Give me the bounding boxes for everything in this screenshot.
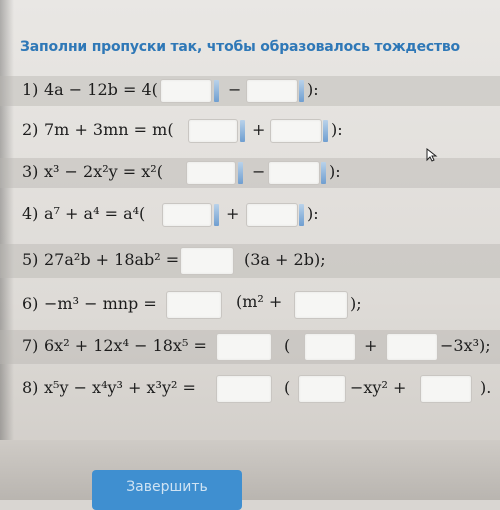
footer-area bbox=[0, 440, 500, 500]
item-operator: − bbox=[228, 80, 242, 99]
answer-input-3a[interactable] bbox=[186, 161, 236, 185]
item-number: 4) bbox=[22, 204, 39, 223]
item-row-6: 6) −m³ − mnp = (m² + ); bbox=[0, 288, 500, 322]
answer-input-6a[interactable] bbox=[166, 291, 222, 319]
item-row-4: 4) a⁷ + a⁴ = a⁴( + ): bbox=[0, 200, 500, 230]
item-row-7: 7) 6x² + 12x⁴ − 18x⁵ = ( + −3x³); bbox=[0, 330, 500, 364]
item-bracket: ( bbox=[284, 378, 291, 397]
input-handle bbox=[214, 80, 219, 102]
item-operator: + bbox=[226, 204, 240, 223]
item-expression: a⁷ + a⁴ = a⁴( bbox=[44, 204, 146, 223]
answer-input-8c[interactable] bbox=[420, 375, 472, 403]
item-number: 5) bbox=[22, 250, 39, 269]
item-operator: + bbox=[252, 120, 266, 139]
item-expression: 27a²b + 18ab² = bbox=[44, 250, 180, 269]
item-expression: x³ − 2x²y = x²( bbox=[44, 162, 163, 181]
input-handle bbox=[214, 204, 219, 226]
input-handle bbox=[240, 120, 245, 142]
input-handle bbox=[323, 120, 328, 142]
answer-input-8b[interactable] bbox=[298, 375, 346, 403]
input-handle bbox=[299, 204, 304, 226]
item-row-5: 5) 27a²b + 18ab² = (3a + 2b); bbox=[0, 244, 500, 278]
answer-input-4b[interactable] bbox=[246, 203, 298, 227]
item-number: 3) bbox=[22, 162, 39, 181]
answer-input-5a[interactable] bbox=[180, 247, 234, 275]
answer-input-1a[interactable] bbox=[160, 79, 212, 103]
item-operator: − bbox=[252, 162, 266, 181]
answer-input-7a[interactable] bbox=[216, 333, 272, 361]
item-closing: ): bbox=[331, 120, 343, 139]
item-factor: (3a + 2b); bbox=[244, 250, 326, 269]
answer-input-6b[interactable] bbox=[294, 291, 348, 319]
item-factor: −3x³); bbox=[440, 336, 491, 355]
item-row-2: 2) 7m + 3mn = m( + ): bbox=[0, 116, 500, 146]
item-expression: −m³ − mnp = bbox=[44, 294, 157, 313]
exercise-page: Заполни пропуски так, чтобы образовалось… bbox=[0, 0, 500, 510]
input-handle bbox=[238, 162, 243, 184]
item-closing: ). bbox=[480, 378, 492, 397]
item-number: 2) bbox=[22, 120, 39, 139]
item-number: 1) bbox=[22, 80, 39, 99]
item-expression: 7m + 3mn = m( bbox=[44, 120, 174, 139]
item-operator: + bbox=[364, 336, 378, 355]
item-bracket: ( bbox=[284, 336, 291, 355]
input-handle bbox=[321, 162, 326, 184]
item-closing: ); bbox=[350, 294, 362, 313]
item-closing: ): bbox=[307, 80, 319, 99]
answer-input-2a[interactable] bbox=[188, 119, 238, 143]
answer-input-1b[interactable] bbox=[246, 79, 298, 103]
item-row-3: 3) x³ − 2x²y = x²( − ): bbox=[0, 158, 500, 188]
item-number: 6) bbox=[22, 294, 39, 313]
item-closing: ): bbox=[329, 162, 341, 181]
answer-input-3b[interactable] bbox=[268, 161, 320, 185]
task-title: Заполни пропуски так, чтобы образовалось… bbox=[20, 39, 460, 55]
item-row-1: 1) 4a − 12b = 4( − ): bbox=[0, 76, 500, 106]
item-factor: (m² + bbox=[236, 292, 283, 311]
answer-input-7c[interactable] bbox=[386, 333, 438, 361]
item-number: 8) bbox=[22, 378, 39, 397]
item-number: 7) bbox=[22, 336, 39, 355]
answer-input-4a[interactable] bbox=[162, 203, 212, 227]
mouse-pointer-icon bbox=[426, 148, 438, 162]
item-expression: x⁵y − x⁴y³ + x³y² = bbox=[44, 378, 196, 397]
input-handle bbox=[299, 80, 304, 102]
item-row-8: 8) x⁵y − x⁴y³ + x³y² = ( −xy² + ). bbox=[0, 372, 500, 406]
item-expression: 6x² + 12x⁴ − 18x⁵ = bbox=[44, 336, 207, 355]
answer-input-2b[interactable] bbox=[270, 119, 322, 143]
answer-input-8a[interactable] bbox=[216, 375, 272, 403]
item-expression: 4a − 12b = 4( bbox=[44, 80, 158, 99]
finish-button[interactable]: Завершить bbox=[92, 470, 242, 510]
item-factor: −xy² + bbox=[350, 378, 407, 397]
item-closing: ): bbox=[307, 204, 319, 223]
answer-input-7b[interactable] bbox=[304, 333, 356, 361]
